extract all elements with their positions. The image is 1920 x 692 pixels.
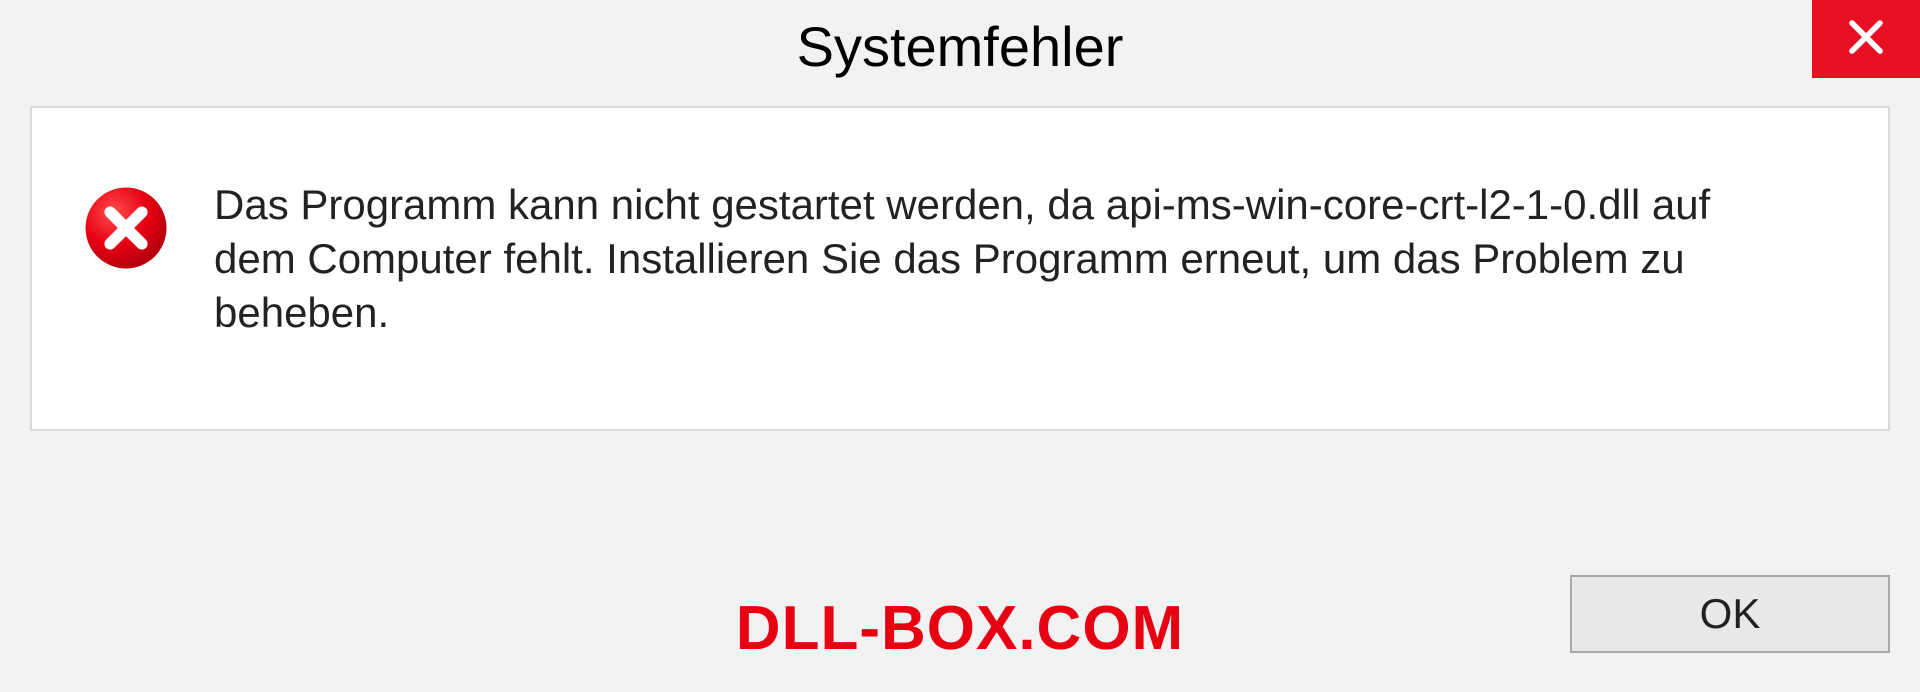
titlebar: Systemfehler xyxy=(0,0,1920,92)
dialog-title: Systemfehler xyxy=(797,14,1124,79)
ok-button-label: OK xyxy=(1700,590,1761,638)
close-icon xyxy=(1845,16,1887,63)
ok-button[interactable]: OK xyxy=(1570,575,1890,653)
error-icon xyxy=(82,184,170,272)
watermark-text: DLL-BOX.COM xyxy=(736,593,1184,664)
footer: DLL-BOX.COM OK xyxy=(0,560,1920,692)
content-panel: Das Programm kann nicht gestartet werden… xyxy=(30,106,1890,431)
close-button[interactable] xyxy=(1812,0,1920,78)
error-message: Das Programm kann nicht gestartet werden… xyxy=(214,178,1774,339)
